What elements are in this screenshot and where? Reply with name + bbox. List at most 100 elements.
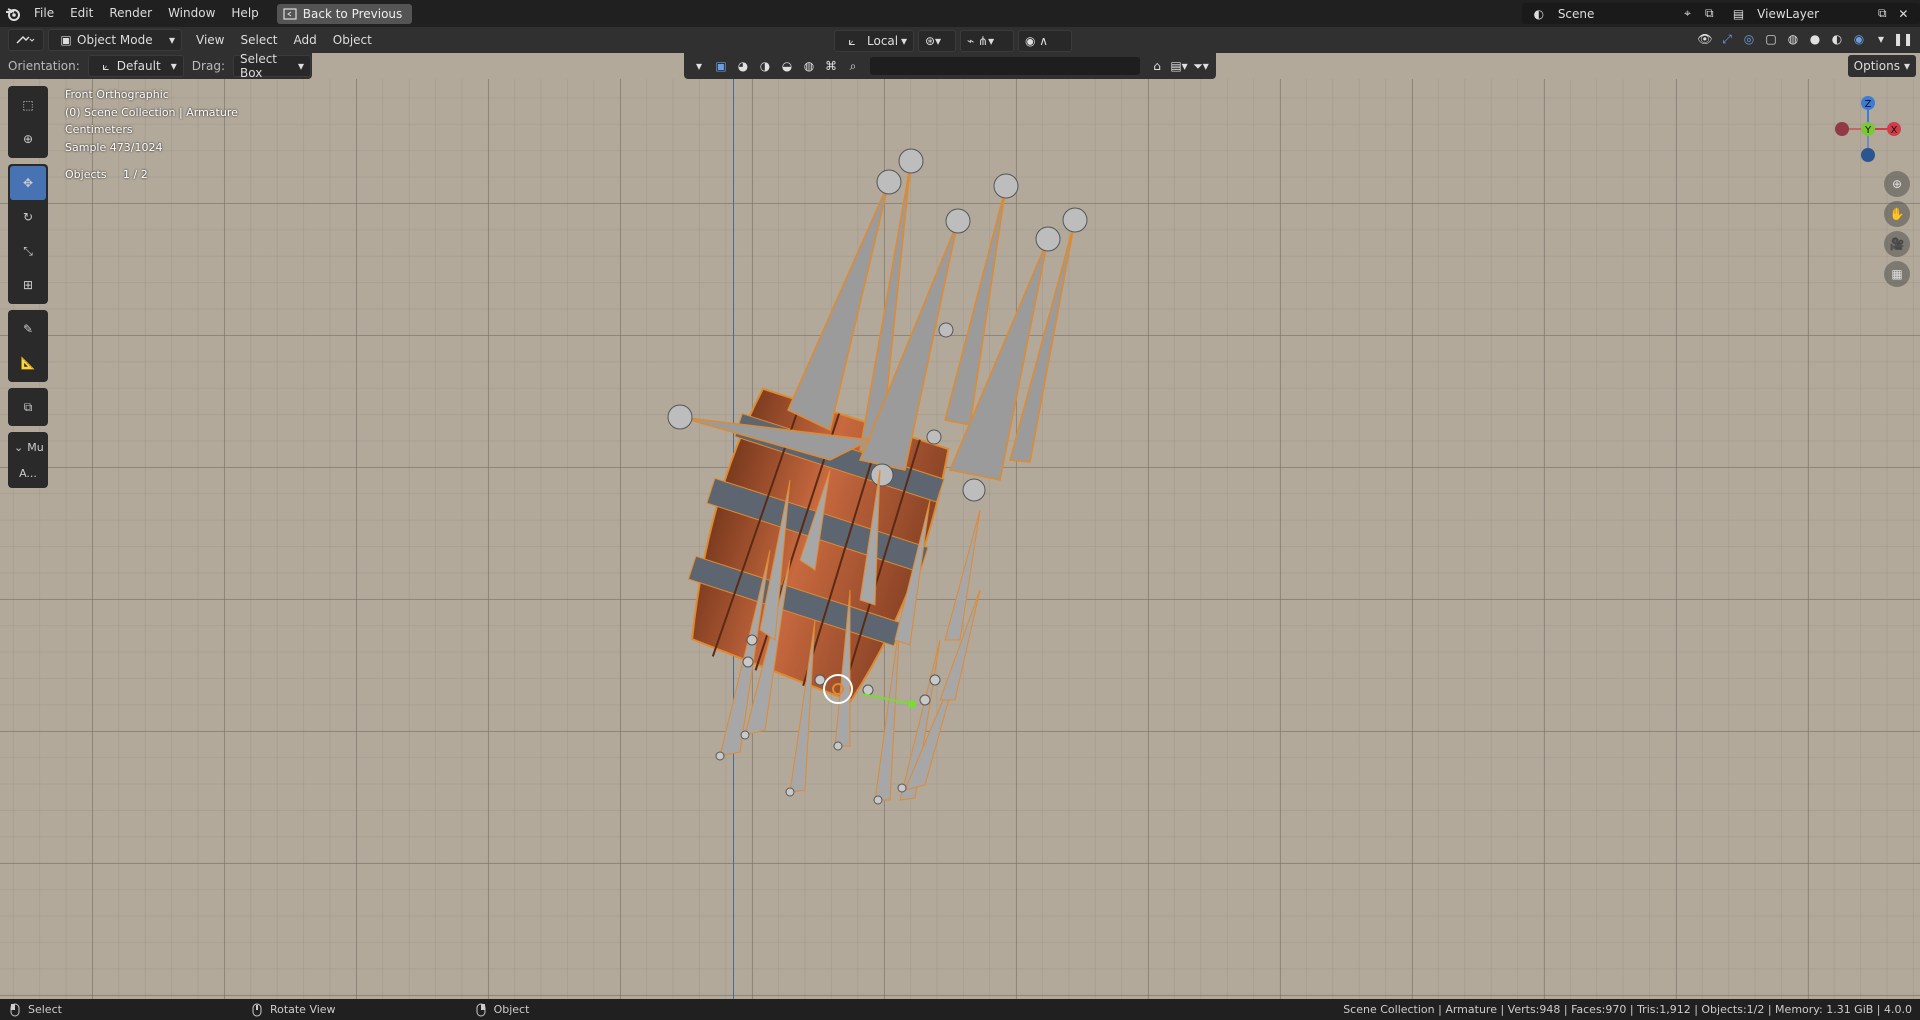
menu-file[interactable]: File: [26, 0, 62, 27]
bookmark-icon[interactable]: ⌂: [1148, 57, 1166, 75]
3d-viewport[interactable]: Z X Y ⊕ ✋ 🎥 ▦: [0, 79, 1920, 999]
scale-tool[interactable]: ⤡: [10, 234, 46, 268]
chevron-down-icon: ▾: [1903, 59, 1910, 73]
proportional-edit-dropdown[interactable]: ◉ ∧: [1018, 30, 1072, 52]
chevron-down-icon: ▾: [297, 59, 304, 73]
menu-render[interactable]: Render: [101, 0, 160, 27]
back-to-previous-button[interactable]: Back to Previous: [276, 3, 413, 24]
measure-tool[interactable]: 📐: [10, 346, 46, 380]
shading-options-icon[interactable]: ▾: [1872, 30, 1890, 48]
chevron-down-icon: ▾: [170, 59, 177, 73]
snap-dropdown[interactable]: ⌁ ⋔▾: [960, 30, 1014, 52]
new-scene-icon[interactable]: ⧉: [1700, 5, 1718, 23]
object-select-icon[interactable]: ▣: [712, 57, 730, 75]
mouse-left-icon: [10, 1003, 20, 1016]
camera-view-icon[interactable]: 🎥: [1884, 231, 1910, 257]
status-bar: Select Rotate View Object Scene Collecti…: [0, 999, 1920, 1020]
material-shading-icon[interactable]: ◐: [1828, 30, 1846, 48]
solid-shading-icon[interactable]: ●: [1806, 30, 1824, 48]
header-menu-add[interactable]: Add: [286, 27, 325, 53]
ortho-grid-icon[interactable]: ▦: [1884, 261, 1910, 287]
viewport-header: ▣ Object Mode ▾ View Select Add Object ⟀…: [0, 27, 1920, 53]
options-label: Options: [1853, 59, 1900, 73]
addon-panel-label: Mu: [27, 440, 44, 454]
select-box-tool[interactable]: ⬚: [10, 88, 46, 122]
addon-panel-toggle[interactable]: ⌄ Mu: [10, 434, 46, 460]
menu-edit[interactable]: Edit: [62, 0, 101, 27]
menu-window[interactable]: Window: [160, 0, 223, 27]
move-icon: ✥: [22, 176, 34, 190]
viewport-shading-controls: 👁 ⤢ ◎ ▢ ◍ ● ◐ ◉ ▾ ❚❚: [1694, 30, 1914, 48]
new-view-layer-icon[interactable]: ⧉: [1874, 5, 1891, 23]
objects-label: Objects: [65, 168, 107, 181]
proportional-edit-icon: ◉ ∧: [1025, 34, 1049, 48]
barrel-armature-model[interactable]: [0, 79, 1920, 999]
move-tool[interactable]: ✥: [10, 166, 46, 200]
delete-view-layer-icon[interactable]: ✕: [1895, 5, 1912, 23]
gizmo-y-label: Y: [1864, 125, 1872, 136]
render-icon[interactable]: ◒: [778, 57, 796, 75]
view-layer-name: ViewLayer: [1757, 6, 1820, 21]
scene-selector[interactable]: ◐ Scene ⌖ ⧉ ✕: [1522, 3, 1748, 24]
status-select-label: Select: [28, 1003, 62, 1016]
addon-button[interactable]: A...: [10, 460, 46, 486]
zoom-icon[interactable]: ⊕: [1884, 171, 1910, 197]
mode-dropdown[interactable]: ▣ Object Mode ▾: [48, 29, 182, 51]
add-cube-tool[interactable]: ⧉: [10, 390, 46, 424]
pivot-icon: ⊛▾: [925, 34, 942, 48]
transform-orientation-label: Local: [867, 34, 899, 48]
transform-controls: ⟀ Local ▾ ⊛▾ ⌁ ⋔▾ ◉ ∧: [834, 30, 1072, 52]
gizmo-x-label: X: [1891, 125, 1898, 136]
chevron-down-icon: ▾: [168, 33, 175, 47]
chevron-down-icon[interactable]: ▾: [690, 57, 708, 75]
layout-icon[interactable]: ▤▾: [1170, 57, 1188, 75]
scene-icon: ◐: [1533, 6, 1545, 21]
blender-logo-icon[interactable]: [0, 0, 26, 27]
search-input[interactable]: [870, 57, 1140, 75]
chevron-down-icon: ▾: [900, 34, 907, 48]
filter-icon[interactable]: ⏷▾: [1192, 57, 1210, 75]
status-object-label: Object: [493, 1003, 530, 1016]
drag-value: Select Box: [239, 52, 278, 80]
world-icon[interactable]: ◍: [800, 57, 818, 75]
orientation-dropdown[interactable]: ⟀ Default ▾: [87, 55, 184, 77]
status-rotate-label: Rotate View: [269, 1003, 336, 1016]
view-layer-selector[interactable]: ▤ ViewLayer ⧉ ✕: [1722, 3, 1920, 24]
objects-count: 1 / 2: [123, 168, 148, 181]
scale-icon: ⤡: [23, 243, 33, 258]
annotate-tool[interactable]: ✎: [10, 312, 46, 346]
axis-icon: ⟀: [102, 58, 110, 73]
header-menu-object[interactable]: Object: [325, 27, 380, 53]
menu-help[interactable]: Help: [223, 0, 266, 27]
wireframe-shading-icon[interactable]: ◍: [1784, 30, 1802, 48]
drag-dropdown[interactable]: Select Box ▾: [232, 52, 311, 80]
mouse-right-icon: [476, 1003, 486, 1016]
header-menu-view[interactable]: View: [188, 27, 232, 53]
measure-icon: 📐: [20, 356, 36, 370]
units-label: Centimeters: [65, 123, 133, 136]
editor-type-dropdown[interactable]: [8, 29, 44, 51]
xray-icon[interactable]: ▢: [1762, 30, 1780, 48]
header-menu-select[interactable]: Select: [232, 27, 285, 53]
pivot-point-dropdown[interactable]: ⊛▾: [918, 30, 956, 52]
back-to-previous-label: Back to Previous: [302, 6, 403, 21]
overlay-toggle-icon[interactable]: ◎: [1740, 30, 1758, 48]
pin-icon[interactable]: ⌖: [1679, 5, 1697, 23]
pan-hand-icon[interactable]: ✋: [1884, 201, 1910, 227]
color-icon[interactable]: ◕: [734, 57, 752, 75]
transform-orientation-dropdown[interactable]: ⟀ Local ▾: [834, 30, 914, 52]
editor-type-icon: [16, 35, 35, 44]
add-cube-icon: ⧉: [23, 399, 33, 414]
rendered-shading-icon[interactable]: ◉: [1850, 30, 1868, 48]
options-dropdown[interactable]: Options ▾: [1847, 55, 1916, 77]
rotate-tool[interactable]: ↻: [10, 200, 46, 234]
cursor-tool[interactable]: ⊕: [10, 122, 46, 156]
scene-data-icon[interactable]: ⌘: [822, 57, 840, 75]
material-icon[interactable]: ◑: [756, 57, 774, 75]
transform-tool[interactable]: ⊞: [10, 268, 46, 302]
pause-render-icon[interactable]: ❚❚: [1893, 30, 1913, 48]
visibility-icon[interactable]: 👁: [1696, 30, 1714, 48]
navigation-gizmo[interactable]: Z X Y: [1826, 89, 1910, 169]
scene-statistics: Scene Collection | Armature | Verts:948 …: [1343, 1003, 1912, 1016]
gizmo-toggle-icon[interactable]: ⤢: [1718, 30, 1736, 48]
